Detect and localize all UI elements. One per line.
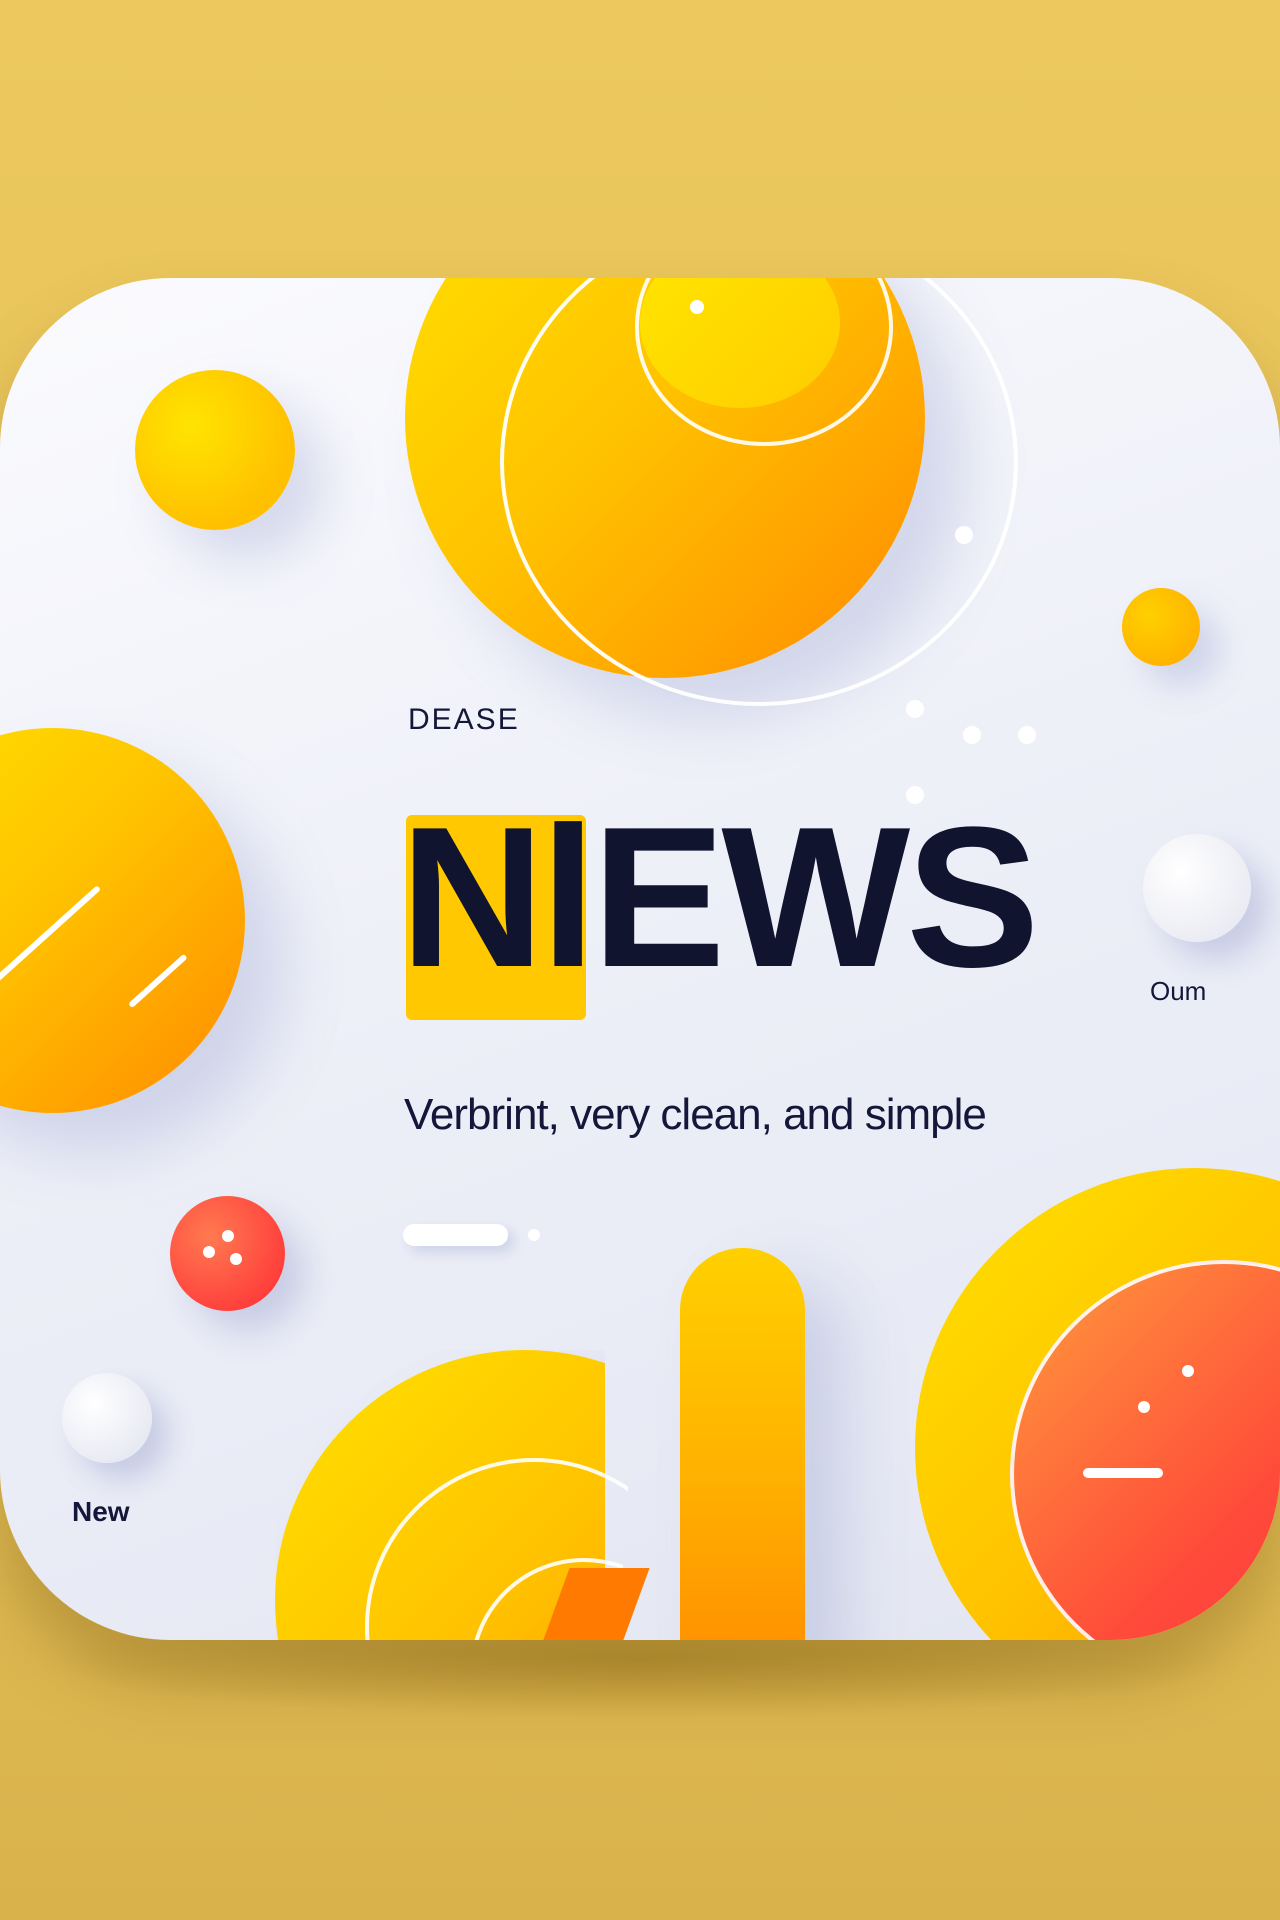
bottom-label: New [72, 1496, 130, 1527]
dot [1018, 726, 1036, 744]
face-mouth [1083, 1468, 1163, 1478]
top-label: DEASE [408, 703, 520, 736]
dot [963, 726, 981, 744]
news-card: DEASE NlEWS Oum Verbrint, very clean, an… [0, 278, 1280, 1640]
dot [1138, 1401, 1150, 1413]
dot [222, 1230, 234, 1242]
page-title: NlEWS [400, 786, 1040, 1009]
dot [203, 1246, 215, 1258]
dot [528, 1229, 540, 1241]
bar-shape [680, 1248, 805, 1640]
top-disc-dot [690, 300, 704, 314]
pill-shape [403, 1224, 508, 1246]
white-ball-small [62, 1373, 152, 1463]
side-label: Oum [1150, 976, 1207, 1006]
left-disc-shape [0, 728, 245, 1113]
white-ball [1143, 834, 1251, 942]
orange-ball [1122, 588, 1200, 666]
yellow-ball [135, 370, 295, 530]
top-disc-dot-2 [955, 526, 973, 544]
tagline: Verbrint, very clean, and simple [404, 1090, 987, 1139]
red-ball [170, 1196, 285, 1311]
dot [1182, 1365, 1194, 1377]
dot [906, 700, 924, 718]
dot [230, 1253, 242, 1265]
